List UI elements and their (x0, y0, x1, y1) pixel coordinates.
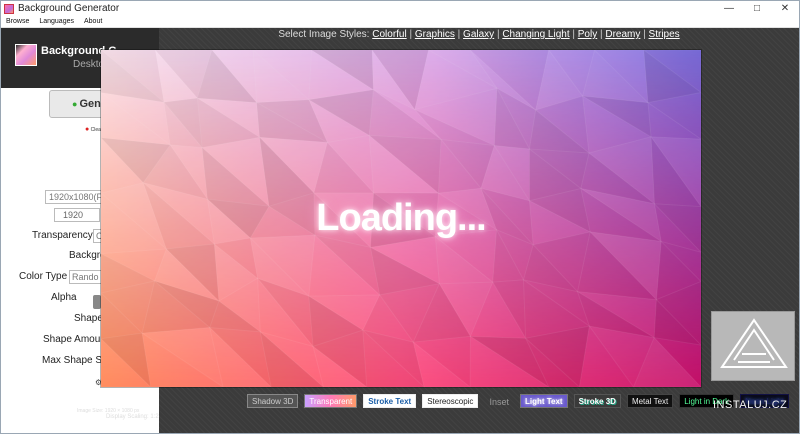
window-controls: — □ ✕ (715, 1, 799, 16)
app-logo-icon (15, 44, 37, 66)
transparency-label: Transparency (32, 230, 93, 241)
generate-label: Gen (79, 98, 101, 110)
max-shape-size-label: Max Shape Siz (42, 355, 110, 366)
menu-browse[interactable]: Browse (1, 18, 34, 25)
clean-button[interactable]: ● Clea (85, 126, 101, 133)
style-colorful-link[interactable]: Colorful (372, 29, 406, 40)
style-dreamy-link[interactable]: Dreamy (605, 29, 640, 40)
effect-shadow-3d-button[interactable]: Shadow 3D (247, 394, 299, 408)
generate-button[interactable]: ● Gen (49, 90, 109, 118)
alpha-slider[interactable] (93, 295, 101, 309)
style-stripes-link[interactable]: Stripes (649, 29, 680, 40)
menu-bar: Browse Languages About (1, 16, 799, 28)
color-type-label: Color Type (19, 271, 68, 282)
app-icon (4, 3, 14, 14)
color-type-select[interactable]: Rando (69, 270, 105, 284)
effect-transparent-button[interactable]: Transparent (304, 394, 358, 408)
menu-about[interactable]: About (79, 18, 107, 25)
effect-metal-text-button[interactable]: Metal Text (626, 394, 674, 408)
styles-prefix: Select Image Styles: (278, 29, 370, 40)
close-icon[interactable]: ✕ (771, 1, 799, 16)
clean-label: Clea (90, 127, 101, 133)
play-icon: ● (72, 99, 78, 109)
alpha-label: Alpha (51, 292, 77, 303)
width-input[interactable]: 1920 (54, 208, 100, 222)
effect-stroke-3d-button[interactable]: Stroke 3D (573, 394, 621, 408)
clean-icon: ● (85, 126, 90, 133)
watermark-emblem-icon (720, 318, 788, 368)
loading-text: Loading... (316, 197, 486, 239)
style-graphics-link[interactable]: Graphics (415, 29, 455, 40)
style-poly-link[interactable]: Poly (578, 29, 597, 40)
effect-stereoscopic-button[interactable]: Stereoscopic (422, 394, 479, 408)
maximize-icon[interactable]: □ (743, 1, 771, 16)
app-area: Background G Deskto ● Gen ● Clea 1920x10… (1, 28, 799, 433)
title-bar: Background Generator — □ ✕ (1, 1, 799, 16)
style-changing-light-link[interactable]: Changing Light (502, 29, 569, 40)
background-preview: Loading... (101, 50, 701, 387)
style-galaxy-link[interactable]: Galaxy (463, 29, 494, 40)
resolution-select[interactable]: 1920x1080(F (45, 190, 107, 204)
display-scaling-text: Display Scaling: 1:2 (106, 414, 159, 420)
watermark-caption: INSTALUJ.CZ (713, 399, 788, 411)
window-title: Background Generator (18, 3, 120, 14)
shape-label: Shape (74, 313, 103, 324)
menu-languages[interactable]: Languages (34, 18, 79, 25)
text-effects-bar: Shadow 3D Transparent Stroke Text Stereo… (247, 394, 789, 408)
image-styles-bar: Select Image Styles: Colorful | Graphics… (278, 29, 680, 40)
effect-inset-button[interactable]: Inset (484, 394, 514, 408)
effect-stroke-text-button[interactable]: Stroke Text (363, 394, 417, 408)
shape-amount-label: Shape Amoun (43, 334, 106, 345)
effect-light-text-button[interactable]: Light Text (519, 394, 568, 408)
app-window: Background Generator — □ ✕ Browse Langua… (0, 0, 800, 434)
sidebar-app-subtitle: Deskto (73, 59, 105, 70)
minimize-icon[interactable]: — (715, 1, 743, 16)
watermark-logo (711, 311, 795, 381)
